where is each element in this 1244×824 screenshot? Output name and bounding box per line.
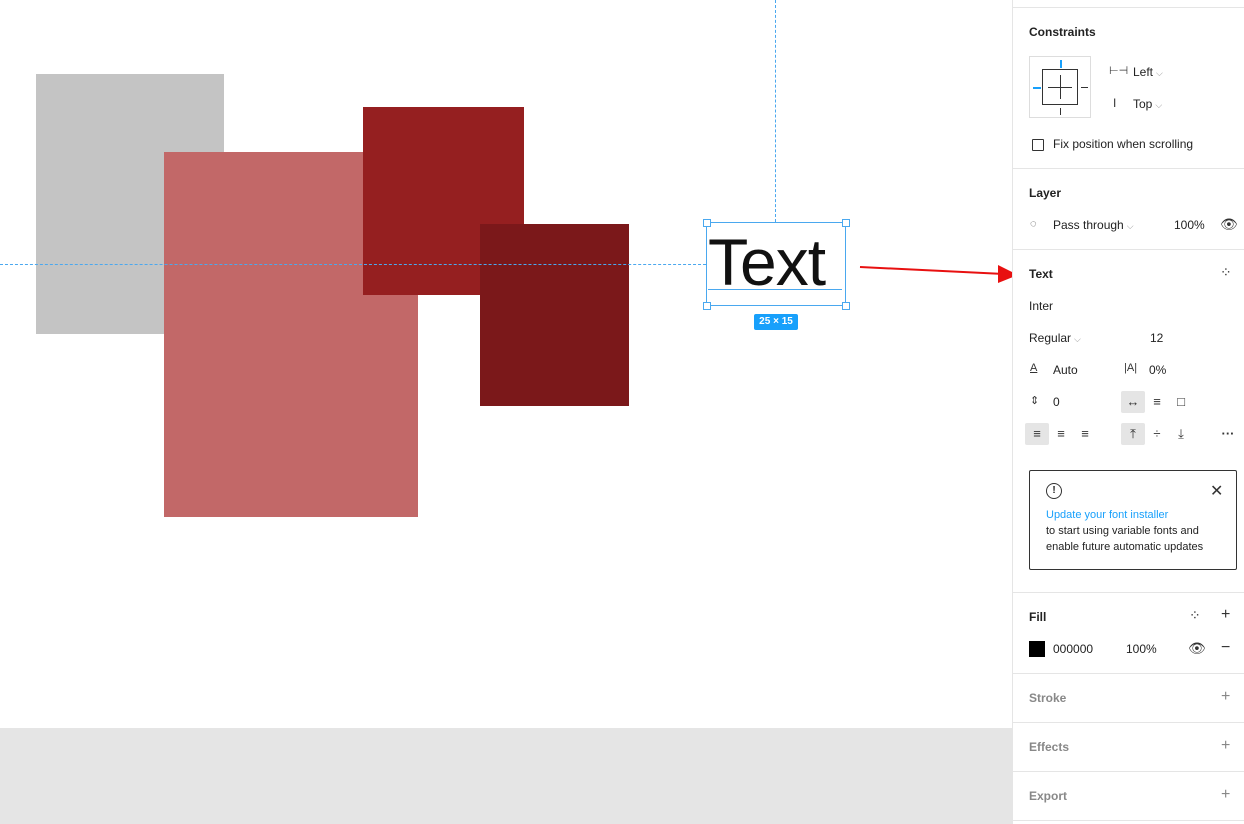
paragraph-spacing-input[interactable]: 0 xyxy=(1053,395,1060,409)
eye-icon[interactable]: 👁 xyxy=(1220,216,1238,233)
font-family-dropdown[interactable]: Inter xyxy=(1029,299,1053,313)
fill-color-swatch[interactable] xyxy=(1029,641,1045,657)
vertical-constraint-value: Top xyxy=(1133,97,1153,111)
layer-title: Layer xyxy=(1029,186,1062,200)
align-center-icon[interactable]: ≡ xyxy=(1049,423,1073,445)
section-divider xyxy=(1013,820,1244,821)
constraint-left-indicator[interactable] xyxy=(1033,87,1041,89)
constraint-top-indicator[interactable] xyxy=(1060,60,1062,68)
chevron-down-icon: ⌵ xyxy=(1126,221,1134,231)
letter-spacing-input[interactable]: 0% xyxy=(1149,363,1166,377)
line-height-icon: A xyxy=(1030,362,1038,374)
font-weight-value: Regular xyxy=(1029,331,1072,345)
section-divider xyxy=(1013,168,1244,169)
vertical-constraint-icon: I xyxy=(1113,96,1117,110)
auto-height-icon[interactable]: ≡ xyxy=(1145,391,1169,413)
section-divider xyxy=(1013,771,1244,772)
section-divider xyxy=(1013,7,1244,8)
font-weight-dropdown[interactable]: Regular ⌵ xyxy=(1029,331,1081,345)
fill-opacity-input[interactable]: 100% xyxy=(1126,642,1157,656)
plus-horizontal xyxy=(1048,87,1072,88)
resize-handle-bottom-right[interactable] xyxy=(842,302,850,310)
fix-position-checkbox[interactable] xyxy=(1032,139,1044,151)
line-height-input[interactable]: Auto xyxy=(1053,363,1078,377)
auto-width-icon[interactable]: ↔ xyxy=(1121,391,1145,413)
constraints-title: Constraints xyxy=(1029,25,1096,39)
blend-mode-value: Pass through xyxy=(1053,218,1124,232)
align-middle-icon[interactable]: ÷ xyxy=(1145,423,1169,445)
add-effect-icon[interactable]: + xyxy=(1221,737,1230,755)
chevron-down-icon: ⌵ xyxy=(1074,334,1081,344)
fill-title: Fill xyxy=(1029,610,1047,624)
section-divider xyxy=(1013,673,1244,674)
align-bottom-icon[interactable]: ⤓ xyxy=(1169,423,1193,445)
align-left-icon[interactable]: ≡ xyxy=(1025,423,1049,445)
blend-mode-drop-icon: ◌ xyxy=(1030,218,1037,230)
constraint-right-indicator[interactable] xyxy=(1081,87,1088,88)
align-right-icon[interactable]: ≡ xyxy=(1073,423,1097,445)
font-size-input[interactable]: 12 xyxy=(1150,331,1163,345)
effects-title: Effects xyxy=(1029,740,1070,754)
fixed-size-icon[interactable]: □ xyxy=(1169,391,1193,413)
horizontal-constraint-value: Left xyxy=(1133,65,1154,79)
blend-mode-dropdown[interactable]: Pass through ⌵ xyxy=(1053,218,1134,232)
horizontal-constraint-dropdown[interactable]: Left ⌵ xyxy=(1133,65,1163,79)
close-icon[interactable]: ✕ xyxy=(1210,481,1223,501)
styles-grid-icon[interactable]: ⁘ xyxy=(1189,607,1201,624)
vertical-smart-guide xyxy=(775,0,776,222)
chevron-down-icon: ⌵ xyxy=(1156,68,1163,78)
letter-spacing-icon: |A| xyxy=(1124,362,1138,374)
layer-opacity-input[interactable]: 100% xyxy=(1174,218,1205,232)
resize-handle-bottom-left[interactable] xyxy=(703,302,711,310)
stroke-title: Stroke xyxy=(1029,691,1067,705)
vertical-constraint-dropdown[interactable]: Top ⌵ xyxy=(1133,97,1162,111)
text-section-title: Text xyxy=(1029,267,1053,281)
annotation-arrow xyxy=(859,265,1018,283)
horizontal-smart-guide xyxy=(0,264,706,265)
styles-grid-icon[interactable]: ⁘ xyxy=(1220,264,1232,281)
eye-icon[interactable]: 👁 xyxy=(1188,640,1206,657)
add-export-icon[interactable]: + xyxy=(1221,786,1230,804)
section-divider xyxy=(1013,592,1244,593)
warning-icon: ! xyxy=(1046,483,1062,499)
align-top-icon[interactable]: ⤒ xyxy=(1121,423,1145,445)
update-font-installer-link[interactable]: Update your font installer xyxy=(1046,509,1168,521)
horizontal-constraint-icon: ⊢⊣ xyxy=(1109,65,1129,77)
export-title: Export xyxy=(1029,789,1068,803)
section-divider xyxy=(1013,722,1244,723)
dark-red-rectangle[interactable] xyxy=(480,224,629,406)
more-options-icon[interactable]: ··· xyxy=(1216,423,1240,445)
resize-handle-top-right[interactable] xyxy=(842,219,850,227)
add-stroke-icon[interactable]: + xyxy=(1221,688,1230,706)
canvas-background-area xyxy=(0,728,1012,824)
properties-panel: Constraints ⊢⊣ Left ⌵ I Top ⌵ Fix position… xyxy=(1012,0,1244,824)
resize-handle-top-left[interactable] xyxy=(703,219,711,227)
notice-body-line2: enable future automatic updates xyxy=(1046,541,1204,553)
constraint-bottom-indicator[interactable] xyxy=(1060,108,1061,115)
design-canvas[interactable]: Text 25 × 15 xyxy=(0,0,1018,824)
notice-body-line1: to start using variable fonts and xyxy=(1046,525,1199,537)
constraints-widget[interactable] xyxy=(1029,56,1091,118)
paragraph-spacing-icon: ⇕ xyxy=(1030,395,1040,407)
dimensions-badge: 25 × 15 xyxy=(754,314,798,330)
font-installer-notice: ! ✕ Update your font installer to start … xyxy=(1029,470,1237,570)
section-divider xyxy=(1013,249,1244,250)
fill-hex-input[interactable]: 000000 xyxy=(1053,642,1093,656)
selection-box[interactable] xyxy=(706,222,846,306)
add-fill-icon[interactable]: + xyxy=(1221,606,1230,624)
fix-position-label: Fix position when scrolling xyxy=(1053,137,1194,151)
chevron-down-icon: ⌵ xyxy=(1155,100,1163,110)
remove-fill-icon[interactable]: − xyxy=(1221,639,1230,657)
